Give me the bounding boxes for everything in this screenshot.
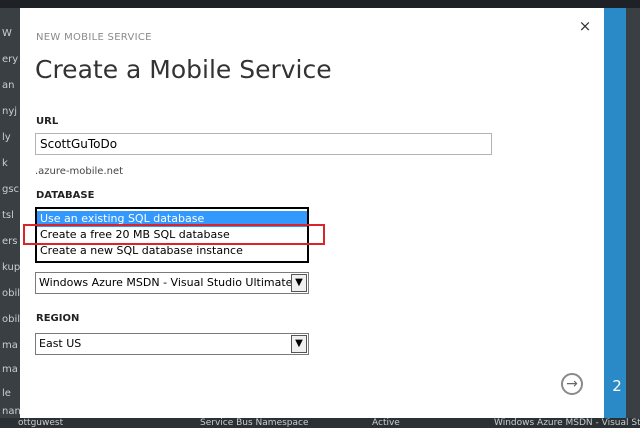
subscription-select[interactable]: Windows Azure MSDN - Visual Studio Ultim… [35, 272, 309, 294]
wizard-step-number: 2 [612, 377, 622, 395]
wizard-step-panel [604, 8, 626, 418]
bg-fragment: W [2, 28, 12, 39]
bg-fragment: ly [2, 132, 11, 143]
bg-fragment: ery [2, 54, 19, 65]
bg-fragment: nyj [2, 106, 18, 117]
bg-fragment: ers [2, 236, 18, 247]
portal-background-bottom-row: ottguwest Service Bus Namespace Active W… [0, 418, 640, 428]
close-icon[interactable]: × [576, 17, 594, 35]
bg-bottom-item: Active [372, 418, 400, 428]
region-select[interactable]: East US ▼ [35, 333, 309, 355]
url-input[interactable]: ScottGuToDo [35, 133, 492, 155]
database-option-new-instance[interactable]: Create a new SQL database instance [37, 243, 307, 259]
subscription-select-value: Windows Azure MSDN - Visual Studio Ultim… [39, 276, 293, 289]
bg-fragment: k [2, 158, 8, 169]
bg-bottom-item: Windows Azure MSDN - Visual Studio... [494, 418, 640, 428]
bg-fragment: an [2, 80, 15, 91]
portal-background-right [626, 8, 640, 418]
chevron-down-icon[interactable]: ▼ [291, 335, 307, 353]
url-suffix: .azure-mobile.net [35, 166, 124, 177]
bg-fragment: le [2, 388, 11, 399]
region-select-value: East US [39, 337, 82, 350]
bg-fragment: nan [2, 406, 21, 417]
bg-fragment: kup [2, 262, 21, 273]
bg-bottom-item: ottguwest [18, 418, 64, 428]
database-label: DATABASE [36, 190, 95, 201]
url-label: URL [36, 116, 59, 127]
portal-top-strip [0, 0, 640, 8]
bg-fragment: gsc [2, 184, 20, 195]
chevron-down-icon[interactable]: ▼ [291, 274, 307, 292]
bg-fragment: obil [2, 314, 21, 325]
bg-fragment: ma [2, 364, 18, 375]
database-option-free-20mb[interactable]: Create a free 20 MB SQL database [37, 227, 307, 243]
database-options-list[interactable]: Use an existing SQL database Create a fr… [35, 207, 309, 263]
next-arrow-button[interactable]: → [561, 373, 583, 395]
region-label: REGION [36, 313, 80, 324]
database-option-existing[interactable]: Use an existing SQL database [37, 211, 307, 227]
bg-fragment: obil [2, 288, 21, 299]
bg-fragment: tsl [2, 210, 14, 221]
dialog-eyebrow: NEW MOBILE SERVICE [36, 32, 152, 43]
bg-bottom-item: Service Bus Namespace [200, 418, 309, 428]
bg-fragment: ma [2, 340, 18, 351]
portal-background-list: W ery an nyj ly k gsc tsl ers kup obil o… [0, 8, 21, 418]
dialog-title: Create a Mobile Service [35, 55, 332, 84]
